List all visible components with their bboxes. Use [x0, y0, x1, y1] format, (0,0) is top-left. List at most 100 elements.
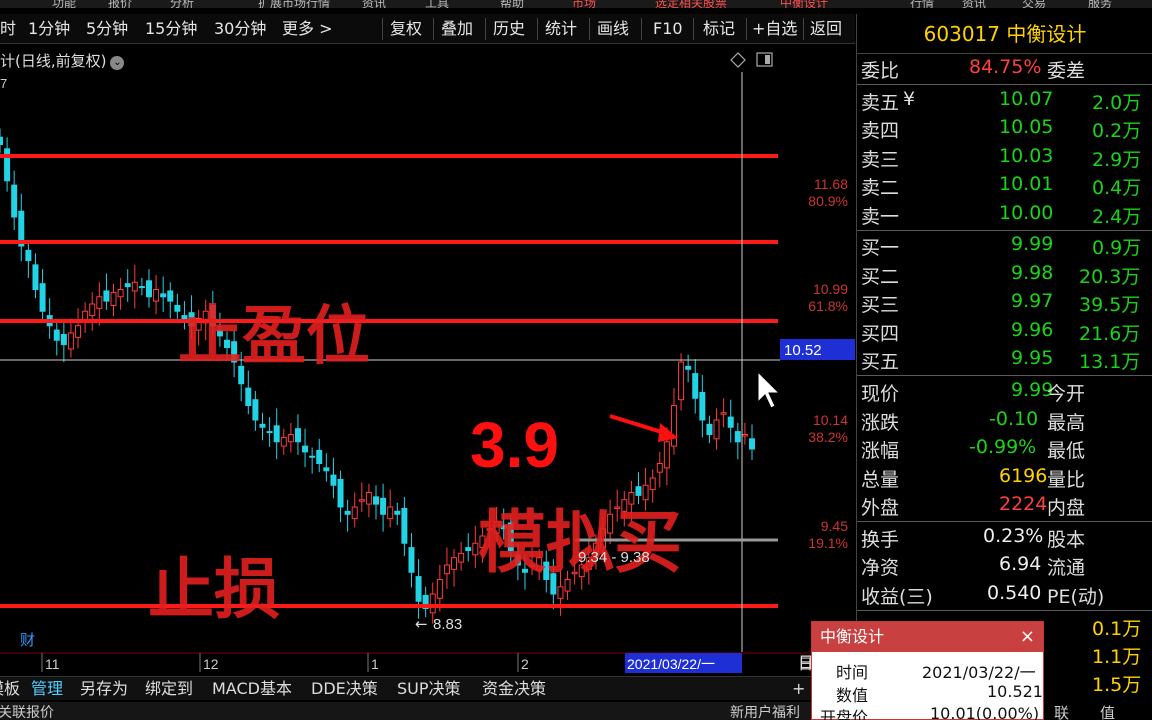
menu-item[interactable]: 帮助: [500, 0, 524, 8]
candle: [25, 241, 32, 278]
bid-row[interactable]: 买三 9.97 39.5万: [857, 288, 1152, 317]
mark-button[interactable]: 标记: [703, 18, 735, 40]
overlay-button[interactable]: 叠加: [441, 18, 473, 40]
candle: [635, 472, 642, 505]
candle: [458, 541, 465, 571]
close-icon[interactable]: ×: [1020, 622, 1035, 652]
menu-stock-name[interactable]: 中衡设计: [780, 0, 828, 8]
tab-dde[interactable]: DDE决策: [311, 679, 378, 699]
stats-label: 收益(三): [861, 586, 933, 608]
tab-manage[interactable]: 管理: [31, 679, 63, 699]
weibi-row: 委比 84.75% 委差: [857, 54, 1152, 83]
period-time[interactable]: 时: [0, 18, 16, 40]
add-tab-button[interactable]: +: [792, 679, 805, 699]
menu-item[interactable]: 报价: [108, 0, 132, 8]
date-label-1: 1: [371, 656, 379, 672]
stats-value: 0.23%: [983, 525, 1044, 547]
menu-item-market[interactable]: 市场: [572, 0, 596, 8]
tab-fund[interactable]: 资金决策: [482, 679, 546, 699]
candle: [692, 359, 699, 414]
range-label: 9.34 - 9.38: [578, 549, 650, 566]
period-30min[interactable]: 30分钟: [214, 18, 266, 40]
kline-chart[interactable]: 11.68 80.9% 10.99 61.8% 10.14 38.2% 9.45…: [0, 44, 855, 676]
bid-price: 9.97: [1011, 290, 1054, 312]
menu-item[interactable]: 功能: [52, 0, 76, 8]
candle: [259, 412, 266, 441]
menu-item[interactable]: 资讯: [362, 0, 386, 8]
quote-value: 6196: [999, 465, 1048, 487]
period-15min[interactable]: 15分钟: [145, 18, 197, 40]
menu-item[interactable]: 服务: [1088, 0, 1112, 8]
menu-item[interactable]: 工具: [425, 0, 449, 8]
history-button[interactable]: 历史: [493, 18, 525, 40]
fuquan-button[interactable]: 复权: [390, 18, 422, 40]
toolbar-separator: [693, 18, 694, 40]
ask-row[interactable]: 卖四 10.05 0.2万: [857, 114, 1152, 143]
stats-label-right: PE(动): [1047, 586, 1105, 608]
stats-value: 0.540: [987, 582, 1042, 604]
candle: [365, 483, 372, 518]
menu-item[interactable]: 分析: [170, 0, 194, 8]
mouse-cursor-icon: [757, 370, 781, 409]
bid-row[interactable]: 买四 9.96 21.6万: [857, 317, 1152, 346]
candle: [273, 408, 280, 460]
draw-line-button[interactable]: 画线: [597, 18, 629, 40]
bid-row[interactable]: 买二 9.98 20.3万: [857, 260, 1152, 289]
price-tag-10-14: 10.14: [813, 412, 848, 428]
chart-toolbar: 时 1分钟 5分钟 15分钟 30分钟 更多 > 复权 叠加 历史 统计 画线 …: [0, 14, 855, 44]
stock-code-name[interactable]: 603017 中衡设计: [857, 14, 1152, 54]
stats-button[interactable]: 统计: [545, 18, 577, 40]
status-new-user[interactable]: 新用户福利: [730, 702, 800, 720]
status-link[interactable]: 联: [1054, 702, 1069, 720]
back-button[interactable]: 返回: [810, 18, 842, 40]
menu-item[interactable]: 资讯: [962, 0, 986, 8]
period-1min[interactable]: 1分钟: [28, 18, 70, 40]
menu-item[interactable]: 行情: [910, 0, 934, 8]
f10-button[interactable]: F10: [653, 18, 683, 40]
ask-price: 10.01: [999, 173, 1054, 195]
chevron-down-icon[interactable]: ⌄: [110, 56, 125, 70]
add-watchlist-button[interactable]: +自选: [752, 18, 797, 40]
candle: [138, 277, 145, 296]
tooltip-row: 时间 2021/03/22/一: [812, 657, 1045, 682]
stats-value: 6.94: [999, 553, 1042, 575]
menu-item[interactable]: 交易: [1022, 0, 1046, 8]
period-5min[interactable]: 5分钟: [86, 18, 128, 40]
stats-label: 净资: [861, 557, 900, 579]
menu-item[interactable]: 扩展市场行情: [258, 0, 330, 8]
quote-label-right: 最高: [1047, 412, 1086, 434]
panel-toggle-icon[interactable]: [756, 52, 773, 67]
ask-row[interactable]: 卖五 ¥ 10.07 2.0万: [857, 86, 1152, 115]
bid-label: 买一: [861, 237, 900, 259]
date-label-11: 11: [45, 656, 60, 672]
tab-macd[interactable]: MACD基本: [212, 679, 292, 699]
candle: [330, 457, 337, 499]
chart-title: 计(日线,前复权) ⌄: [0, 50, 125, 71]
candle: [167, 282, 174, 319]
quote-value: -0.10: [989, 408, 1039, 430]
tooltip-header[interactable]: 中衡设计 ×: [812, 622, 1043, 652]
buy-note-annotation: 模拟买: [478, 504, 682, 583]
tab-template[interactable]: 模板: [0, 679, 20, 699]
bid-row[interactable]: 买五 9.95 13.1万: [857, 345, 1152, 374]
ask-row[interactable]: 卖二 10.01 0.4万: [857, 171, 1152, 200]
ask-label: 卖二: [861, 177, 900, 199]
price-tag-11-68: 11.68: [814, 176, 848, 192]
toolbar-separator: [433, 18, 434, 40]
bid-row[interactable]: 买一 9.99 0.9万: [857, 231, 1152, 260]
tooltip-value: 10.01(0.00%): [930, 704, 1040, 720]
ask-row[interactable]: 卖三 10.03 2.9万: [857, 143, 1152, 172]
tab-save-as[interactable]: 另存为: [80, 679, 128, 699]
price-tag-10-99: 10.99: [813, 281, 848, 297]
period-more[interactable]: 更多 >: [282, 18, 333, 40]
status-value[interactable]: 值: [1100, 702, 1115, 720]
tab-sup[interactable]: SUP决策: [397, 679, 461, 699]
menu-related-stock[interactable]: 选定相关股票: [655, 0, 727, 8]
data-tooltip-window[interactable]: 中衡设计 × 时间 2021/03/22/一 数值 10.521 开盘价 10.…: [811, 621, 1044, 720]
candle: [287, 422, 294, 453]
diamond-icon[interactable]: [730, 52, 746, 68]
status-related-quote[interactable]: 关联报价: [0, 702, 54, 720]
candle: [131, 264, 138, 309]
tab-bind-to[interactable]: 绑定到: [145, 679, 193, 699]
ask-row[interactable]: 卖一 10.00 2.4万: [857, 200, 1152, 229]
